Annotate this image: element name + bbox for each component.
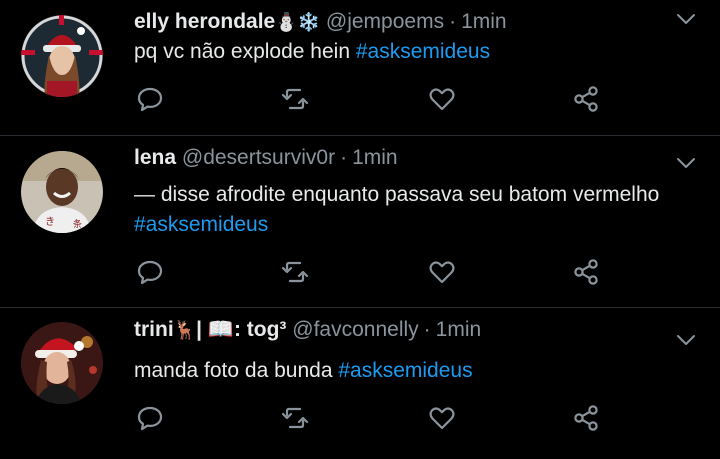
- user-handle[interactable]: @jempoems: [326, 10, 444, 33]
- hashtag-link[interactable]: #asksemideus: [338, 359, 472, 382]
- separator-dot: ·: [423, 318, 431, 341]
- tweet-header: lena @desertsurviv0r · 1min: [134, 144, 398, 172]
- tweet-text: pq vc não explode hein #asksemideus: [134, 37, 490, 67]
- tweet-text-content: — disse afrodite enquanto passava seu ba…: [134, 183, 660, 206]
- display-name[interactable]: elly herondale: [134, 10, 275, 33]
- tweet-3[interactable]: trini🦌| 📖: tog³ @favconnelly · 1min manda …: [0, 308, 720, 459]
- timestamp[interactable]: 1min: [436, 318, 482, 341]
- retweet-icon[interactable]: [280, 84, 310, 114]
- hashtag-link[interactable]: #asksemideus: [356, 40, 490, 63]
- avatar[interactable]: き 条: [21, 151, 103, 233]
- tweet-1[interactable]: elly herondale⛄❄️ @jempoems · 1min pq vc n…: [0, 0, 720, 135]
- hashtag-link[interactable]: #asksemideus: [134, 210, 659, 240]
- separator-dot: ·: [449, 10, 457, 33]
- like-icon[interactable]: [427, 403, 457, 433]
- reply-icon[interactable]: [135, 84, 165, 114]
- chevron-down-icon[interactable]: [676, 156, 696, 170]
- tweet-2[interactable]: き 条 lena @desertsurviv0r · 1min — disse af…: [0, 136, 720, 307]
- tweet-text-content: manda foto da bunda: [134, 359, 339, 382]
- retweet-icon[interactable]: [280, 257, 310, 287]
- retweet-icon[interactable]: [280, 403, 310, 433]
- avatar[interactable]: [21, 15, 103, 97]
- tweet-header: elly herondale⛄❄️ @jempoems · 1min: [134, 8, 507, 36]
- name-emoji: 🦌: [173, 320, 197, 340]
- tweet-text: manda foto da bunda #asksemideus: [134, 356, 473, 386]
- tweet-text-content: pq vc não explode hein: [134, 40, 356, 63]
- user-handle[interactable]: @favconnelly: [292, 318, 418, 341]
- user-handle[interactable]: @desertsurviv0r: [182, 146, 335, 169]
- reply-icon[interactable]: [135, 257, 165, 287]
- separator-dot: ·: [340, 146, 348, 169]
- tweet-text: — disse afrodite enquanto passava seu ba…: [134, 180, 659, 240]
- chevron-down-icon[interactable]: [676, 333, 696, 347]
- display-name[interactable]: trini: [134, 318, 174, 341]
- svg-text:条: 条: [73, 218, 82, 230]
- tweet-header: trini🦌| 📖: tog³ @favconnelly · 1min: [134, 316, 481, 344]
- avatar[interactable]: [21, 322, 103, 404]
- display-name-suffix: | 📖: tog³: [196, 318, 287, 341]
- chevron-down-icon[interactable]: [676, 12, 696, 26]
- share-icon[interactable]: [571, 403, 601, 433]
- display-name[interactable]: lena: [134, 146, 176, 169]
- name-emoji: ⛄❄️: [275, 12, 321, 32]
- timestamp[interactable]: 1min: [352, 146, 398, 169]
- timestamp[interactable]: 1min: [461, 10, 507, 33]
- share-icon[interactable]: [571, 257, 601, 287]
- like-icon[interactable]: [427, 257, 457, 287]
- reply-icon[interactable]: [135, 403, 165, 433]
- like-icon[interactable]: [427, 84, 457, 114]
- svg-text:き: き: [45, 216, 55, 228]
- share-icon[interactable]: [571, 84, 601, 114]
